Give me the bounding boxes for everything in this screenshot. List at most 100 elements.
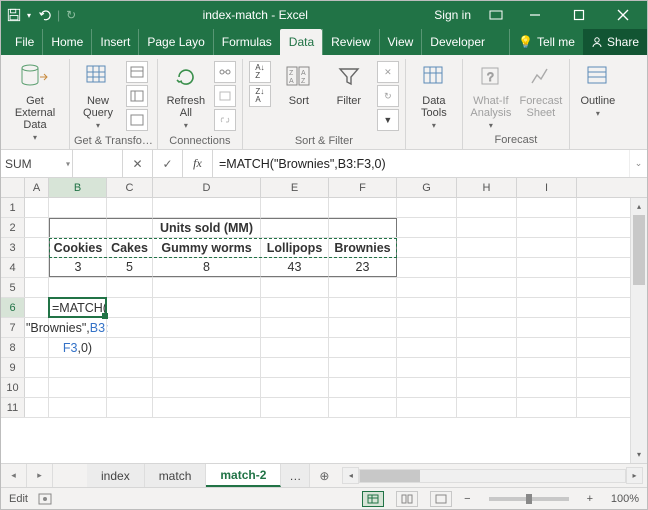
- recent-sources-button[interactable]: [126, 109, 148, 131]
- get-external-data-button[interactable]: Get External Data ▾: [5, 59, 65, 144]
- cell-B6[interactable]: =MATCH(: [49, 298, 107, 317]
- cell-C4[interactable]: 5: [107, 258, 153, 277]
- advanced-button[interactable]: ▼: [377, 109, 399, 131]
- vertical-scrollbar[interactable]: ▴ ▾: [630, 198, 647, 463]
- forecast-sheet-button[interactable]: Forecast Sheet: [517, 59, 565, 121]
- outline-button[interactable]: Outline ▾: [574, 59, 622, 120]
- formula-input[interactable]: =MATCH("Brownies",B3:F3,0): [213, 150, 629, 177]
- col-header-G[interactable]: G: [397, 178, 457, 197]
- worksheet-grid[interactable]: A B C D E F G H I 1 2 Units sold (MM) 3: [1, 178, 647, 463]
- cell-B8[interactable]: F3,0): [49, 338, 107, 357]
- tab-data[interactable]: Data: [280, 29, 322, 55]
- tab-home[interactable]: Home: [42, 29, 91, 55]
- col-header-B[interactable]: B: [49, 178, 107, 197]
- tell-me[interactable]: 💡 Tell me: [509, 29, 583, 55]
- cell-B4[interactable]: 3: [49, 258, 107, 277]
- scroll-down-button[interactable]: ▾: [631, 446, 647, 463]
- tab-insert[interactable]: Insert: [91, 29, 138, 55]
- cell-D3[interactable]: Gummy worms: [153, 238, 261, 257]
- expand-formula-bar[interactable]: ⌄: [629, 150, 647, 177]
- hscroll-thumb[interactable]: [360, 470, 420, 482]
- cell-D2[interactable]: Units sold (MM): [153, 218, 261, 237]
- zoom-in-button[interactable]: +: [585, 493, 595, 505]
- tab-page-layout[interactable]: Page Layo: [138, 29, 212, 55]
- sheet-tab-more[interactable]: …: [281, 464, 310, 487]
- tab-formulas[interactable]: Formulas: [213, 29, 280, 55]
- show-queries-button[interactable]: [126, 61, 148, 83]
- sign-in-link[interactable]: Sign in: [428, 8, 477, 22]
- new-query-button[interactable]: New Query ▾: [74, 59, 122, 132]
- cell-F3[interactable]: Brownies: [329, 238, 397, 257]
- redo-icon[interactable]: ↻: [66, 8, 76, 22]
- refresh-all-button[interactable]: Refresh All ▾: [162, 59, 210, 132]
- ribbon-options-icon[interactable]: [481, 10, 511, 20]
- scroll-up-button[interactable]: ▴: [631, 198, 647, 215]
- zoom-level[interactable]: 100%: [605, 493, 639, 505]
- zoom-out-button[interactable]: −: [462, 493, 472, 505]
- col-header-E[interactable]: E: [261, 178, 329, 197]
- cell-B3[interactable]: Cookies: [49, 238, 107, 257]
- tab-developer[interactable]: Developer: [421, 29, 493, 55]
- row-header-8[interactable]: 8: [1, 338, 25, 357]
- cell-C3[interactable]: Cakes: [107, 238, 153, 257]
- from-table-button[interactable]: [126, 85, 148, 107]
- col-header-I[interactable]: I: [517, 178, 577, 197]
- data-tools-button[interactable]: Data Tools ▾: [410, 59, 458, 132]
- col-header-H[interactable]: H: [457, 178, 517, 197]
- col-header-A[interactable]: A: [25, 178, 49, 197]
- undo-icon[interactable]: [37, 8, 51, 22]
- row-header-11[interactable]: 11: [1, 398, 25, 417]
- sheet-nav-prev[interactable]: ◂: [1, 464, 27, 487]
- sort-asc-button[interactable]: A↓Z: [249, 61, 271, 83]
- row-header-4[interactable]: 4: [1, 258, 25, 277]
- row-header-5[interactable]: 5: [1, 278, 25, 297]
- close-button[interactable]: [603, 1, 643, 29]
- row-header-1[interactable]: 1: [1, 198, 25, 217]
- connections-button[interactable]: [214, 61, 236, 83]
- sheet-nav-next[interactable]: ▸: [27, 464, 53, 487]
- sheet-tab-match[interactable]: match: [145, 464, 207, 487]
- tab-file[interactable]: File: [1, 29, 42, 55]
- row-header-2[interactable]: 2: [1, 218, 25, 237]
- vscroll-thumb[interactable]: [633, 215, 645, 285]
- tab-review[interactable]: Review: [322, 29, 378, 55]
- row-header-9[interactable]: 9: [1, 358, 25, 377]
- cell-E3[interactable]: Lollipops: [261, 238, 329, 257]
- macro-record-icon[interactable]: [38, 493, 52, 505]
- qat-dropdown-icon[interactable]: ▾: [27, 11, 31, 20]
- hscroll-left-button[interactable]: ◂: [342, 467, 359, 484]
- name-box[interactable]: SUM ▾: [1, 150, 73, 177]
- row-header-10[interactable]: 10: [1, 378, 25, 397]
- page-break-view-button[interactable]: [430, 491, 452, 507]
- horizontal-scrollbar[interactable]: [359, 469, 626, 483]
- tab-view[interactable]: View: [379, 29, 422, 55]
- share-button[interactable]: Share: [583, 29, 647, 55]
- cell-A7[interactable]: "Brownies",B3:: [25, 318, 49, 337]
- sort-button[interactable]: ZAAZ Sort: [275, 59, 323, 109]
- minimize-button[interactable]: [515, 1, 555, 29]
- new-sheet-button[interactable]: ⊕: [310, 464, 338, 487]
- zoom-slider[interactable]: [489, 497, 569, 501]
- cell-E4[interactable]: 43: [261, 258, 329, 277]
- row-header-7[interactable]: 7: [1, 318, 25, 337]
- what-if-button[interactable]: ? What-If Analysis ▾: [467, 59, 515, 132]
- chevron-down-icon[interactable]: ▾: [66, 159, 70, 168]
- enter-formula-button[interactable]: ✓: [153, 150, 183, 177]
- cell-F4[interactable]: 23: [329, 258, 397, 277]
- sheet-tab-index[interactable]: index: [87, 464, 145, 487]
- sheet-tab-match-2[interactable]: match-2: [206, 464, 281, 487]
- col-header-C[interactable]: C: [107, 178, 153, 197]
- cell-D4[interactable]: 8: [153, 258, 261, 277]
- cancel-formula-button[interactable]: ✕: [123, 150, 153, 177]
- maximize-button[interactable]: [559, 1, 599, 29]
- sort-desc-button[interactable]: Z↓A: [249, 85, 271, 107]
- col-header-D[interactable]: D: [153, 178, 261, 197]
- fx-button[interactable]: fx: [183, 150, 213, 177]
- select-all-corner[interactable]: [1, 178, 25, 197]
- save-icon[interactable]: [7, 8, 21, 22]
- row-header-3[interactable]: 3: [1, 238, 25, 257]
- row-header-6[interactable]: 6: [1, 298, 25, 317]
- hscroll-right-button[interactable]: ▸: [626, 467, 643, 484]
- col-header-F[interactable]: F: [329, 178, 397, 197]
- filter-button[interactable]: Filter: [325, 59, 373, 109]
